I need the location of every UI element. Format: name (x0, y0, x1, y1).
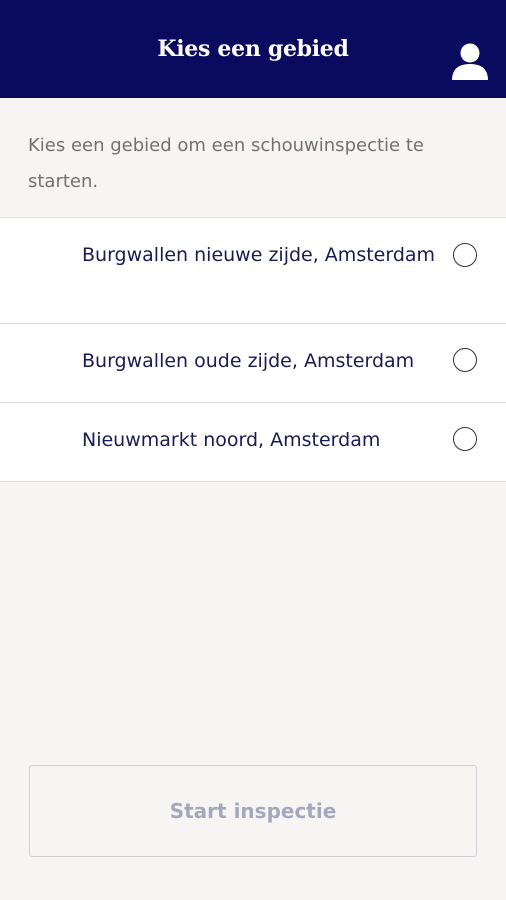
page-title: Kies een gebied (157, 36, 349, 62)
radio-button[interactable] (453, 348, 477, 372)
area-option-burgwallen-oude-zijde[interactable]: Burgwallen oude zijde, Amsterdam (0, 324, 506, 403)
area-option-nieuwmarkt-noord[interactable]: Nieuwmarkt noord, Amsterdam (0, 403, 506, 482)
app-screen: Kies een gebied Kies een gebied om een s… (0, 0, 506, 900)
area-label: Burgwallen oude zijde, Amsterdam (82, 350, 415, 372)
user-icon[interactable] (450, 40, 490, 82)
radio-button[interactable] (453, 427, 477, 451)
header-bar: Kies een gebied (0, 0, 506, 98)
start-inspection-button[interactable]: Start inspectie (29, 765, 477, 857)
area-label: Nieuwmarkt noord, Amsterdam (82, 429, 381, 451)
intro-text: Kies een gebied om een schouwinspectie t… (28, 135, 424, 192)
area-label: Burgwallen nieuwe zijde, Amsterdam (82, 244, 436, 266)
radio-button[interactable] (453, 243, 477, 267)
area-list: Burgwallen nieuwe zijde, Amsterdam Burgw… (0, 217, 506, 482)
area-option-burgwallen-nieuwe-zijde[interactable]: Burgwallen nieuwe zijde, Amsterdam (0, 218, 506, 324)
